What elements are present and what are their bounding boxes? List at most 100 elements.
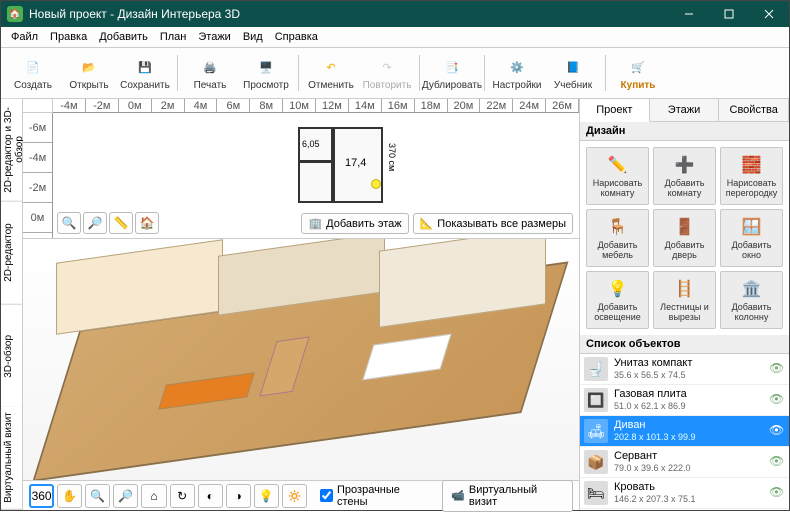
column-icon: 🏛️ [740,277,764,301]
sofa-icon: 🛋 [584,419,608,443]
main-area: 2D-редактор и 3D-обзор 2D-редактор 3D-об… [1,99,789,510]
pencil-room-icon: ✏️ [606,153,630,177]
zoom-in-button[interactable]: 🔎 [83,212,107,234]
tab-floors[interactable]: Этажи [650,99,720,121]
undo-button[interactable]: ↶Отменить [303,50,359,96]
view-360-button[interactable]: 360 [29,484,54,508]
close-button[interactable] [749,1,789,27]
settings-button[interactable]: ⚙️Настройки [489,50,545,96]
transparent-walls-checkbox[interactable]: Прозрачные стены [320,484,429,508]
draw-room-button[interactable]: ✏️Нарисовать комнату [586,147,649,205]
app-icon: 🏠 [7,6,23,22]
maximize-button[interactable] [709,1,749,27]
menu-view[interactable]: Вид [237,29,269,45]
monitor-icon: 🖥️ [254,55,278,79]
window-title: Новый проект - Дизайн Интерьера 3D [29,7,669,21]
virtual-visit-button[interactable]: 📹Виртуальный визит [442,480,573,512]
minimize-button[interactable] [669,1,709,27]
visibility-toggle[interactable]: 👁 [769,423,785,439]
menu-edit[interactable]: Правка [44,29,93,45]
section-design: Дизайн [580,122,789,141]
add-window-button[interactable]: 🪟Добавить окно [720,209,783,267]
light-button[interactable]: 💡 [254,484,279,508]
preview-button[interactable]: 🖥️Просмотр [238,50,294,96]
add-furniture-button[interactable]: 🪑Добавить мебель [586,209,649,267]
window-icon: 🪟 [740,215,764,239]
look-right-button[interactable]: ◑ [226,484,251,508]
visibility-toggle[interactable]: 👁 [769,361,785,377]
buy-button[interactable]: 🛒Купить [610,50,666,96]
light-off-button[interactable]: 🔅 [282,484,307,508]
ruler-button[interactable]: 📏 [109,212,133,234]
look-left-button[interactable]: ◐ [198,484,223,508]
brick-icon: 🧱 [740,153,764,177]
plus-floor-icon: 🏢 [308,217,322,230]
titlebar: 🏠 Новый проект - Дизайн Интерьера 3D [1,1,789,27]
list-item[interactable]: 🚽Унитаз компакт35.6 x 56.5 x 74.5👁 [580,354,789,385]
left-tabs: 2D-редактор и 3D-обзор 2D-редактор 3D-об… [1,99,23,510]
add-box-icon: ➕ [673,153,697,177]
tab-2d-3d[interactable]: 2D-редактор и 3D-обзор [1,99,22,202]
tab-2d[interactable]: 2D-редактор [1,202,22,305]
add-floor-button[interactable]: 🏢Добавить этаж [301,213,408,234]
list-item[interactable]: 🛏Кровать146.2 x 207.3 x 75.1👁 [580,478,789,509]
render-3d [23,239,579,480]
create-button[interactable]: 📄Создать [5,50,61,96]
view-3d[interactable] [23,239,579,480]
cart-icon: 🛒 [626,55,650,79]
light-icon: 💡 [606,277,630,301]
save-icon: 💾 [133,55,157,79]
stairs-button[interactable]: 🪜Лестницы и вырезы [653,271,716,329]
undo-icon: ↶ [319,55,343,79]
list-item[interactable]: ▭Двойное окно👁 [580,509,789,510]
duplicate-button[interactable]: 📑Дублировать [424,50,480,96]
add-door-button[interactable]: 🚪Добавить дверь [653,209,716,267]
folder-open-icon: 📂 [77,55,101,79]
visibility-toggle[interactable]: 👁 [769,454,785,470]
list-item[interactable]: 📦Сервант79.0 x 39.6 x 222.0👁 [580,447,789,478]
visibility-toggle[interactable]: 👁 [769,392,785,408]
plan-toolbar: 🔍 🔎 📏 🏠 [57,212,159,234]
zoom-in-3d-button[interactable]: 🔍 [85,484,110,508]
add-room-button[interactable]: ➕Добавить комнату [653,147,716,205]
draw-partition-button[interactable]: 🧱Нарисовать перегородку [720,147,783,205]
zoom-out-3d-button[interactable]: 🔎 [113,484,138,508]
printer-icon: 🖨️ [198,55,222,79]
menu-help[interactable]: Справка [269,29,324,45]
tab-3d[interactable]: 3D-обзор [1,305,22,408]
tab-virtual[interactable]: Виртуальный визит [1,407,22,510]
print-button[interactable]: 🖨️Печать [182,50,238,96]
stairs-icon: 🪜 [673,277,697,301]
redo-button[interactable]: ↷Повторить [359,50,415,96]
cabinet-icon: 📦 [584,450,608,474]
visibility-toggle[interactable]: 👁 [769,485,785,501]
player-marker[interactable] [371,179,381,189]
open-button[interactable]: 📂Открыть [61,50,117,96]
gear-icon: ⚙️ [505,55,529,79]
tab-project[interactable]: Проект [580,99,650,122]
home-button[interactable]: 🏠 [135,212,159,234]
pan-button[interactable]: ✋ [57,484,82,508]
reset-view-button[interactable]: ⌂ [141,484,166,508]
menu-floors[interactable]: Этажи [192,29,236,45]
rotate-button[interactable]: ↻ [170,484,195,508]
tutorial-button[interactable]: 📘Учебник [545,50,601,96]
add-column-button[interactable]: 🏛️Добавить колонну [720,271,783,329]
floor-plan[interactable]: 6,05 17,4 370 см [333,117,433,207]
save-button[interactable]: 💾Сохранить [117,50,173,96]
plan-2d-area[interactable]: -4м-2м0м2м4м6м8м10м12м14м16м18м20м22м24м… [23,99,579,239]
ruler-horizontal: -4м-2м0м2м4м6м8м10м12м14м16м18м20м22м24м… [53,99,579,113]
menubar: Файл Правка Добавить План Этажи Вид Спра… [1,27,789,48]
list-item-selected[interactable]: 🛋Диван202.8 x 101.3 x 99.9👁 [580,416,789,447]
zoom-out-button[interactable]: 🔍 [57,212,81,234]
menu-plan[interactable]: План [154,29,193,45]
bed-icon: 🛏 [584,481,608,505]
menu-add[interactable]: Добавить [93,29,154,45]
menu-file[interactable]: Файл [5,29,44,45]
show-dimensions-button[interactable]: 📐Показывать все размеры [413,213,573,234]
tab-properties[interactable]: Свойства [719,99,789,121]
list-item[interactable]: 🔲Газовая плита51.0 x 62.1 x 86.9👁 [580,385,789,416]
duplicate-icon: 📑 [440,55,464,79]
bottom-toolbar: 360 ✋ 🔍 🔎 ⌂ ↻ ◐ ◑ 💡 🔅 Прозрачные стены 📹… [23,480,579,510]
add-lighting-button[interactable]: 💡Добавить освещение [586,271,649,329]
